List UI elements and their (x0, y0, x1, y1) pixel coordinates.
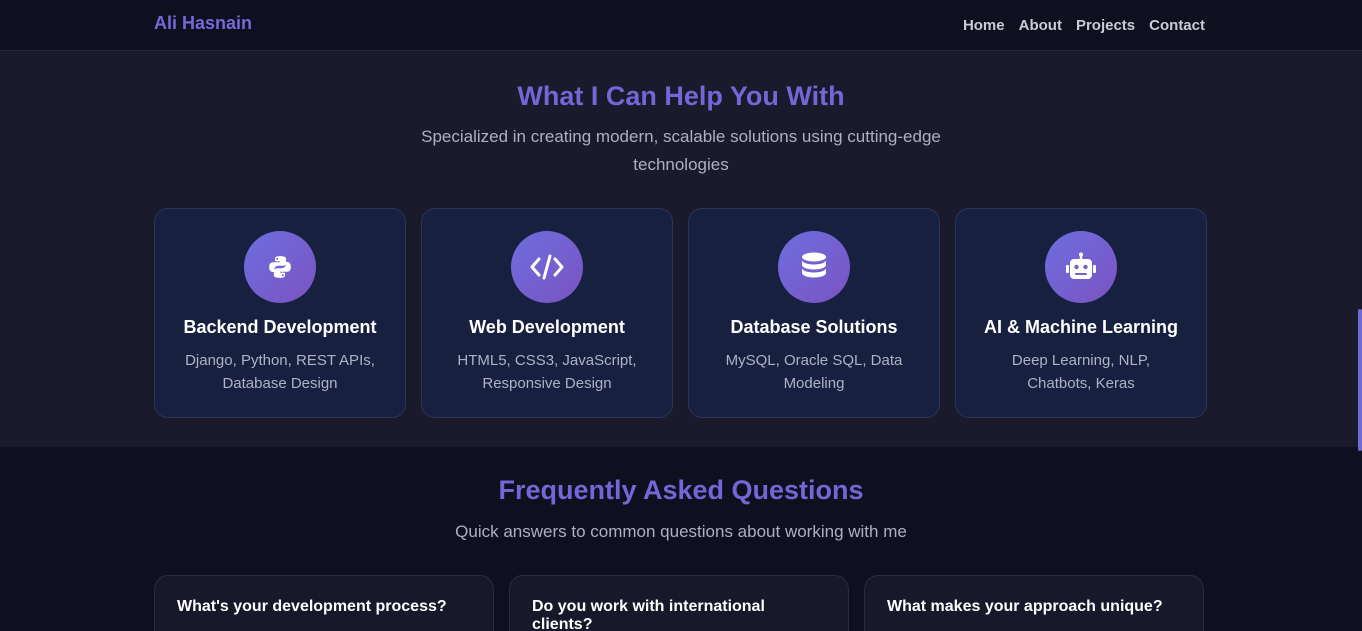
card-description: HTML5, CSS3, JavaScript, Responsive Desi… (442, 349, 652, 395)
faq-cards: What's your development process? Do you … (154, 575, 1204, 631)
card-title: Database Solutions (730, 317, 898, 337)
card-desc-line2: Responsive Design (482, 375, 612, 392)
faq-item[interactable]: Do you work with international clients? (509, 575, 849, 631)
card-desc-line1: Django, Python, REST APIs, (185, 352, 375, 369)
navbar: Ali Hasnain Home About Projects Contact (0, 0, 1362, 51)
faq-item[interactable]: What makes your approach unique? (864, 575, 1204, 631)
card-desc-line2: Modeling (783, 375, 845, 392)
service-card-database[interactable]: Database Solutions MySQL, Oracle SQL, Da… (688, 208, 940, 418)
services-subtitle-line1: Specialized in creating modern, scalable… (421, 127, 941, 146)
robot-icon (1045, 231, 1117, 303)
faq-question: What makes your approach unique? (887, 598, 1181, 616)
nav-link-contact[interactable]: Contact (1149, 17, 1205, 34)
faq-question-line2: clients? (532, 616, 593, 631)
faq-item[interactable]: What's your development process? (154, 575, 494, 631)
nav-link-projects[interactable]: Projects (1076, 17, 1135, 34)
python-icon (244, 231, 316, 303)
service-card-ai[interactable]: AI & Machine Learning Deep Learning, NLP… (955, 208, 1207, 418)
service-cards: Backend Development Django, Python, REST… (154, 208, 1207, 418)
service-card-backend[interactable]: Backend Development Django, Python, REST… (154, 208, 406, 418)
service-card-web[interactable]: Web Development HTML5, CSS3, JavaScript,… (421, 208, 673, 418)
code-icon (511, 231, 583, 303)
services-title: What I Can Help You With (517, 81, 845, 111)
brand-logo[interactable]: Ali Hasnain (154, 13, 252, 34)
scrollbar-thumb[interactable] (1358, 309, 1362, 451)
card-description: MySQL, Oracle SQL, Data Modeling (709, 349, 919, 395)
card-desc-line2: Database Design (222, 375, 338, 392)
card-title: Web Development (469, 317, 625, 337)
card-description: Django, Python, REST APIs, Database Desi… (175, 349, 385, 395)
card-title: Backend Development (183, 317, 377, 337)
card-desc-line1: HTML5, CSS3, JavaScript, (457, 352, 637, 369)
faq-title: Frequently Asked Questions (498, 475, 864, 505)
card-desc-line2: Chatbots, Keras (1027, 375, 1135, 392)
faq-section: Frequently Asked Questions Quick answers… (0, 447, 1362, 631)
faq-question-line1: What's your development process? (177, 598, 447, 615)
faq-question: What's your development process? (177, 598, 471, 616)
faq-question-line1: Do you work with international (532, 598, 765, 615)
card-description: Deep Learning, NLP, Chatbots, Keras (976, 349, 1186, 395)
faq-question: Do you work with international clients? (532, 598, 826, 631)
card-desc-line1: Deep Learning, NLP, (1011, 352, 1151, 369)
services-section: What I Can Help You With Specialized in … (0, 51, 1362, 447)
faq-question-line1: What makes your approach unique? (887, 598, 1163, 615)
card-desc-line1: MySQL, Oracle SQL, Data (725, 352, 903, 369)
services-subtitle: Specialized in creating modern, scalable… (401, 123, 961, 179)
card-title: AI & Machine Learning (983, 317, 1179, 337)
nav-links: Home About Projects Contact (963, 17, 1205, 34)
faq-subtitle: Quick answers to common questions about … (455, 522, 907, 541)
nav-link-about[interactable]: About (1019, 17, 1062, 34)
services-subtitle-line2: technologies (633, 155, 729, 174)
database-icon (778, 231, 850, 303)
nav-link-home[interactable]: Home (963, 17, 1005, 34)
